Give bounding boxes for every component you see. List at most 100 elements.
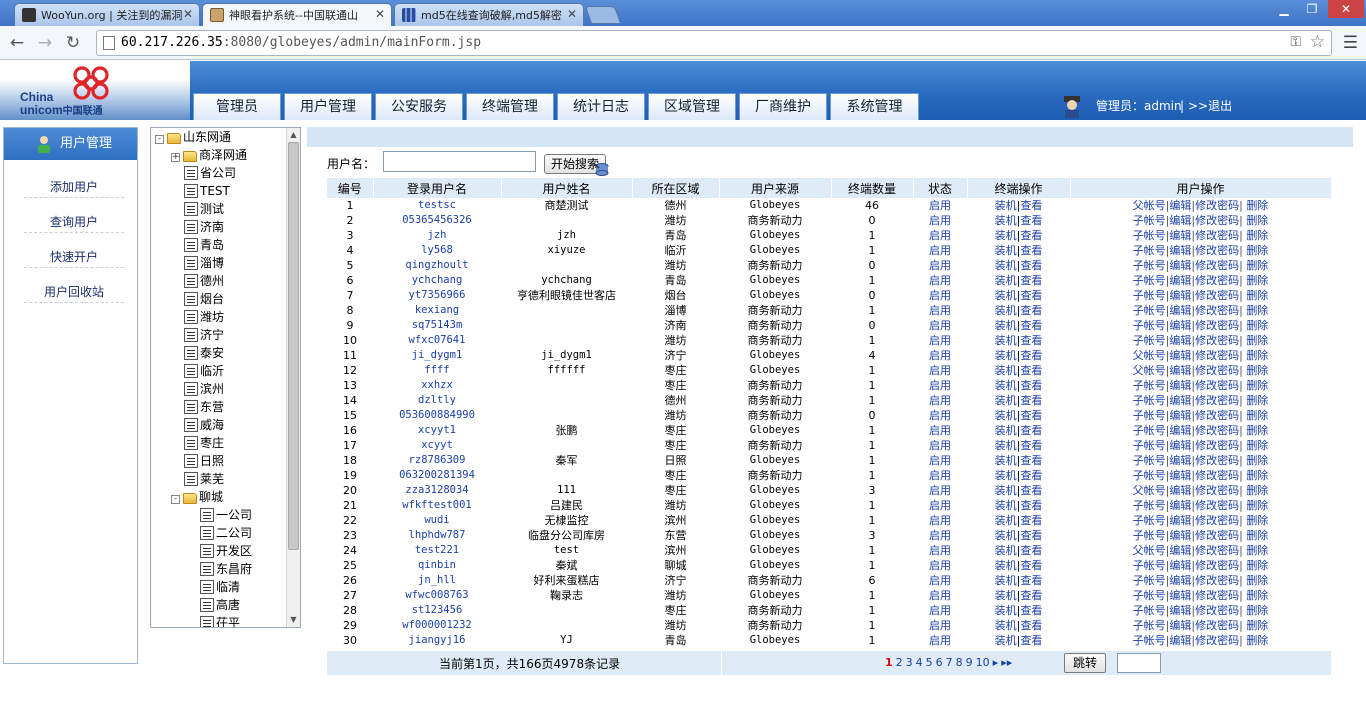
install-link[interactable]: 装机: [995, 619, 1017, 632]
change-password-link[interactable]: 修改密码: [1195, 634, 1239, 647]
cell-login-link[interactable]: qingzhoult: [373, 258, 501, 273]
change-password-link[interactable]: 修改密码: [1195, 529, 1239, 542]
child-account-link[interactable]: 子帐号: [1133, 439, 1166, 452]
last-page-icon[interactable]: ▸▸: [1001, 656, 1012, 669]
cell-login-link[interactable]: wfwc008763: [373, 588, 501, 603]
status-enable-link[interactable]: 启用: [913, 513, 967, 528]
change-password-link[interactable]: 修改密码: [1195, 229, 1239, 242]
collapse-icon[interactable]: -: [171, 495, 180, 504]
status-enable-link[interactable]: 启用: [913, 378, 967, 393]
browser-tab-md5[interactable]: md5在线查询破解,md5解密 ✕: [394, 3, 584, 26]
minimize-icon[interactable]: ▁: [1270, 0, 1298, 18]
view-link[interactable]: 查看: [1020, 304, 1042, 317]
status-enable-link[interactable]: 启用: [913, 258, 967, 273]
cell-login-link[interactable]: wfxc07641: [373, 333, 501, 348]
cell-login-link[interactable]: ychchang: [373, 273, 501, 288]
browser-tab-globeyes[interactable]: 神眼看护系统--中国联通山 ✕: [202, 3, 392, 26]
change-password-link[interactable]: 修改密码: [1195, 559, 1239, 572]
child-account-link[interactable]: 子帐号: [1133, 244, 1166, 257]
delete-link[interactable]: 删除: [1246, 244, 1268, 257]
install-link[interactable]: 装机: [995, 364, 1017, 377]
install-link[interactable]: 装机: [995, 529, 1017, 542]
page-link[interactable]: 1: [885, 656, 893, 669]
install-link[interactable]: 装机: [995, 379, 1017, 392]
cell-login-link[interactable]: ffff: [373, 363, 501, 378]
reload-icon[interactable]: ↻: [62, 32, 84, 54]
child-account-link[interactable]: 子帐号: [1133, 634, 1166, 647]
child-account-link[interactable]: 子帐号: [1133, 589, 1166, 602]
tree-node-root[interactable]: - 山东网通: [155, 129, 231, 147]
delete-link[interactable]: 删除: [1246, 304, 1268, 317]
child-account-link[interactable]: 子帐号: [1133, 529, 1166, 542]
cell-login-link[interactable]: jzh: [373, 228, 501, 243]
status-enable-link[interactable]: 启用: [913, 348, 967, 363]
cell-login-link[interactable]: wf000001232: [373, 618, 501, 633]
delete-link[interactable]: 删除: [1246, 379, 1268, 392]
view-link[interactable]: 查看: [1020, 364, 1042, 377]
install-link[interactable]: 装机: [995, 214, 1017, 227]
change-password-link[interactable]: 修改密码: [1195, 379, 1239, 392]
delete-link[interactable]: 删除: [1246, 559, 1268, 572]
expand-icon[interactable]: +: [171, 153, 180, 162]
delete-link[interactable]: 删除: [1246, 514, 1268, 527]
nav-tab-statistics-log[interactable]: 统计日志: [557, 93, 645, 120]
cell-login-link[interactable]: jn_hll: [373, 573, 501, 588]
status-enable-link[interactable]: 启用: [913, 273, 967, 288]
key-icon[interactable]: ⚿: [1290, 34, 1301, 50]
install-link[interactable]: 装机: [995, 199, 1017, 212]
status-enable-link[interactable]: 启用: [913, 618, 967, 633]
cell-login-link[interactable]: lhphdw787: [373, 528, 501, 543]
status-enable-link[interactable]: 启用: [913, 228, 967, 243]
install-link[interactable]: 装机: [995, 244, 1017, 257]
status-enable-link[interactable]: 启用: [913, 363, 967, 378]
view-link[interactable]: 查看: [1020, 394, 1042, 407]
child-account-link[interactable]: 子帐号: [1133, 469, 1166, 482]
edit-link[interactable]: 编辑: [1169, 424, 1191, 437]
edit-link[interactable]: 编辑: [1169, 499, 1191, 512]
edit-link[interactable]: 编辑: [1169, 214, 1191, 227]
change-password-link[interactable]: 修改密码: [1195, 274, 1239, 287]
sidebar-item-add-user[interactable]: 添加用户: [24, 178, 124, 198]
edit-link[interactable]: 编辑: [1169, 454, 1191, 467]
page-link[interactable]: 5: [926, 656, 933, 669]
delete-link[interactable]: 删除: [1246, 274, 1268, 287]
edit-link[interactable]: 编辑: [1169, 559, 1191, 572]
child-account-link[interactable]: 子帐号: [1133, 574, 1166, 587]
edit-link[interactable]: 编辑: [1169, 514, 1191, 527]
parent-account-link[interactable]: 父帐号: [1133, 364, 1166, 377]
install-link[interactable]: 装机: [995, 574, 1017, 587]
tree-child-node[interactable]: 一公司: [200, 507, 252, 525]
cell-login-link[interactable]: 05365456326: [373, 213, 501, 228]
tree-node[interactable]: TEST: [184, 183, 230, 201]
delete-link[interactable]: 删除: [1246, 289, 1268, 302]
delete-link[interactable]: 删除: [1246, 499, 1268, 512]
edit-link[interactable]: 编辑: [1169, 619, 1191, 632]
nav-tab-region-management[interactable]: 区域管理: [648, 93, 736, 120]
tree-node[interactable]: 烟台: [184, 291, 224, 309]
tree-node[interactable]: 淄博: [184, 255, 224, 273]
install-link[interactable]: 装机: [995, 604, 1017, 617]
tree-child-node[interactable]: 高唐: [200, 597, 240, 615]
child-account-link[interactable]: 子帐号: [1133, 214, 1166, 227]
edit-link[interactable]: 编辑: [1169, 244, 1191, 257]
view-link[interactable]: 查看: [1020, 439, 1042, 452]
logout-link[interactable]: >>退出: [1188, 96, 1232, 116]
install-link[interactable]: 装机: [995, 589, 1017, 602]
tree-child-node[interactable]: 茌平: [200, 615, 240, 627]
edit-link[interactable]: 编辑: [1169, 379, 1191, 392]
nav-tab-police-service[interactable]: 公安服务: [375, 93, 463, 120]
parent-account-link[interactable]: 父帐号: [1133, 544, 1166, 557]
cell-login-link[interactable]: wfkftest001: [373, 498, 501, 513]
view-link[interactable]: 查看: [1020, 469, 1042, 482]
tree-child-node[interactable]: 开发区: [200, 543, 252, 561]
cell-login-link[interactable]: kexiang: [373, 303, 501, 318]
view-link[interactable]: 查看: [1020, 289, 1042, 302]
install-link[interactable]: 装机: [995, 289, 1017, 302]
delete-link[interactable]: 删除: [1246, 364, 1268, 377]
tree-node[interactable]: 青岛: [184, 237, 224, 255]
page-link[interactable]: 3: [906, 656, 913, 669]
child-account-link[interactable]: 子帐号: [1133, 619, 1166, 632]
status-enable-link[interactable]: 启用: [913, 393, 967, 408]
view-link[interactable]: 查看: [1020, 589, 1042, 602]
change-password-link[interactable]: 修改密码: [1195, 409, 1239, 422]
